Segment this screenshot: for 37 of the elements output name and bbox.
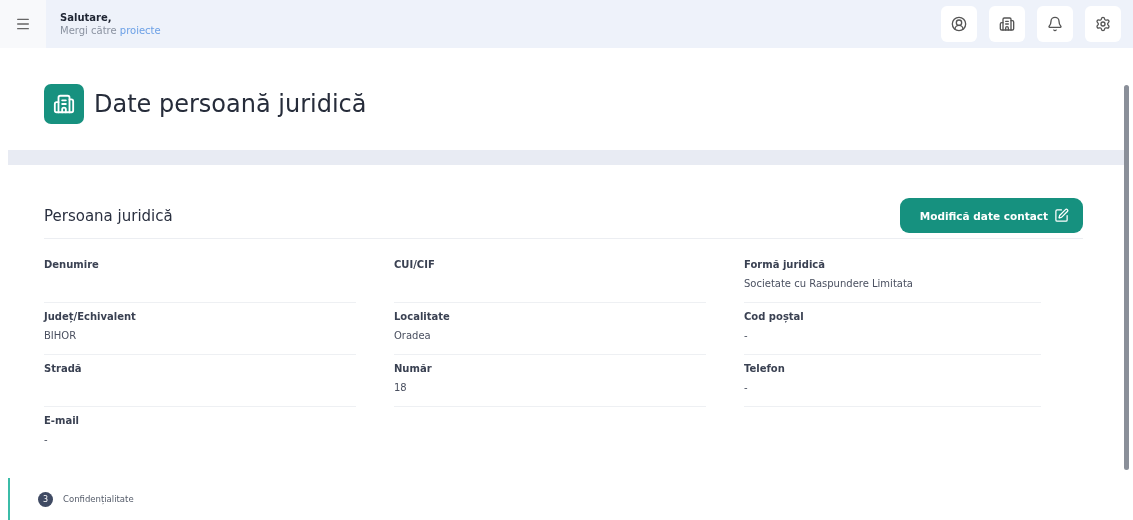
field-label: Telefon [744,363,786,374]
step-label[interactable]: Confidențialitate [63,494,134,504]
section-title: Persoana juridică [44,206,173,225]
field-value: Oradea [394,330,432,341]
user-icon [951,16,967,32]
edit-icon [1054,208,1069,223]
projects-link[interactable]: proiecte [119,25,161,36]
profile-button[interactable] [941,6,977,42]
field-value: - [744,382,749,393]
field-value: - [44,434,49,445]
field-label: Județ/Echivalent [44,311,137,322]
field-label: E-mail [44,415,80,426]
page-title: Date persoană juridică [94,90,367,118]
field-label: Formă juridică [744,259,827,270]
settings-button[interactable] [1085,6,1121,42]
field-value: Societate cu Raspundere Limitata [744,278,914,289]
building-icon [999,16,1015,32]
scrollbar[interactable] [1124,85,1129,470]
field-label: Localitate [394,311,451,322]
greeting: Salutare, [60,12,113,23]
edit-contact-button[interactable]: Modifică date contact [899,198,1083,233]
settings-icon [1095,16,1111,32]
field-label: Cod poștal [744,311,805,322]
notifications-button[interactable] [1037,6,1073,42]
field-value: 18 [394,382,408,393]
field-value: - [744,330,749,341]
building-icon [44,84,84,124]
field-label: Stradă [44,363,83,374]
subtitle: Mergi către proiecte [60,25,162,36]
field-label: Număr [394,363,433,374]
company-button[interactable] [989,6,1025,42]
field-label: CUI/CIF [394,259,436,270]
field-value: BIHOR [44,330,78,341]
field-label: Denumire [44,259,100,270]
menu-icon [15,16,31,32]
step-number: 3 [38,491,53,507]
bell-icon [1047,16,1063,32]
